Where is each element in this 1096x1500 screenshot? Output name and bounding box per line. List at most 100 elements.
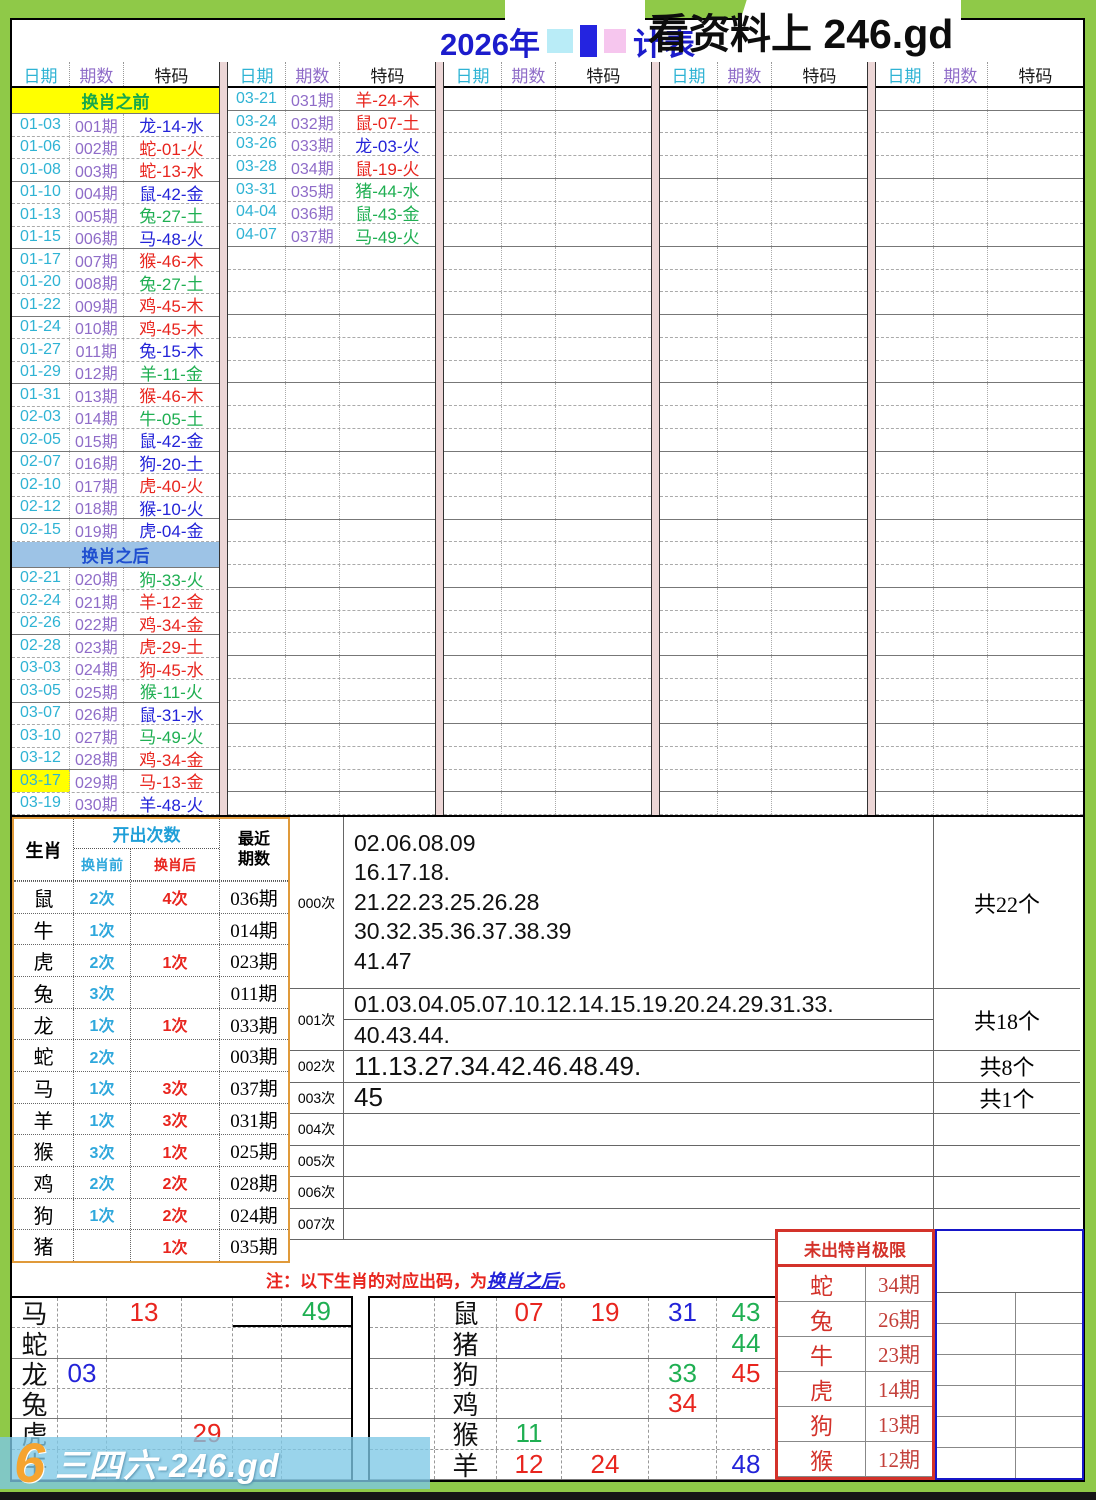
draw-row-empty	[660, 747, 867, 770]
draw-row-empty	[876, 338, 1083, 361]
draw-row	[228, 383, 435, 406]
zodiac-stats-row: 鼠 2次 4次 036期	[14, 881, 288, 913]
frequency-numbers: 11.13.27.34.42.46.48.49.	[354, 1051, 933, 1082]
table-header: 日期 期数 特码	[876, 62, 1083, 88]
empty-cell	[937, 1231, 1082, 1293]
header-period: 期数	[934, 62, 988, 86]
draw-row: 01-03 001期 龙-14-水	[12, 114, 219, 137]
header-code: 特码	[772, 62, 867, 86]
frequency-count: 共1个	[934, 1083, 1080, 1114]
zodiac-stats-row: 羊 1次 3次 031期	[14, 1103, 288, 1135]
number-cell	[649, 1328, 717, 1357]
draw-period: 003期	[70, 159, 124, 181]
number-cell	[562, 1419, 649, 1448]
draw-row-empty	[660, 270, 867, 293]
number-cell	[282, 1359, 351, 1388]
draw-period: 017期	[70, 474, 124, 496]
draw-row-empty	[444, 133, 651, 156]
draw-code	[340, 588, 435, 610]
frequency-row: 002次 11.13.27.34.42.46.48.49. 共8个	[290, 1051, 1080, 1083]
zodiac-label: 虎	[14, 945, 74, 976]
draw-row-empty	[660, 156, 867, 179]
draw-row	[228, 452, 435, 475]
draw-row-empty	[876, 202, 1083, 225]
count-after: 1次	[131, 1135, 220, 1166]
draw-code: 牛-05-土	[124, 407, 219, 429]
limit-row: 虎 14期	[778, 1372, 932, 1407]
undrawn-zodiac-limits-table: 未出特肖极限 蛇 34期 兔 26期 牛 23期 虎	[775, 1229, 935, 1480]
table-header: 日期 期数 特码	[12, 62, 219, 88]
draw-period: 030期	[70, 793, 124, 815]
draw-period: 013期	[70, 384, 124, 406]
empty-cell	[370, 1359, 435, 1388]
draw-row: 02-24 021期 羊-12-金	[12, 590, 219, 613]
draw-code: 羊-11-金	[124, 362, 219, 384]
draw-row	[228, 770, 435, 793]
draw-period	[286, 361, 340, 383]
zodiac-stats-row: 虎 2次 1次 023期	[14, 944, 288, 976]
draw-date	[228, 679, 286, 701]
draw-group-4: 日期 期数 特码	[660, 62, 867, 815]
draw-row-empty	[444, 383, 651, 406]
draw-date: 01-20	[12, 272, 70, 294]
recent-period: 024期	[220, 1199, 288, 1230]
draw-row: 02-26 022期 鸡-34-金	[12, 613, 219, 636]
draw-row: 01-29 012期 羊-11-金	[12, 362, 219, 385]
frequency-count: 共8个	[934, 1051, 1080, 1082]
top-band-notch	[505, 0, 645, 20]
header-draw-count: 开出次数	[74, 819, 219, 849]
frequency-label: 007次	[290, 1209, 344, 1240]
redacted-block-1	[547, 29, 573, 53]
empty-cell	[370, 1298, 435, 1327]
draw-row: 04-07 037期 马-49-火	[228, 224, 435, 247]
number-cell: 44	[717, 1328, 775, 1357]
number-cell	[562, 1359, 649, 1388]
draw-date	[228, 565, 286, 587]
draw-period: 015期	[70, 429, 124, 451]
draw-row	[228, 611, 435, 634]
draw-period	[286, 656, 340, 678]
draw-row-empty	[660, 792, 867, 815]
recent-period: 033期	[220, 1009, 288, 1040]
zodiac-label: 狗	[778, 1407, 866, 1441]
draw-row	[228, 701, 435, 724]
draw-period	[286, 383, 340, 405]
draw-row: 03-31 035期 猪-44-水	[228, 179, 435, 202]
zodiac-stats-table: 生肖 开出次数 换肖前 换肖后 最近期数 鼠 2次 4次 036期 牛 1次	[12, 817, 290, 1263]
draw-date: 03-24	[228, 111, 286, 133]
draw-row-empty	[876, 747, 1083, 770]
number-cell	[233, 1328, 282, 1357]
draw-code: 狗-20-土	[124, 452, 219, 474]
draw-row-empty	[444, 247, 651, 270]
draw-row: 01-31 013期 猴-46-木	[12, 384, 219, 407]
number-cell	[107, 1359, 182, 1388]
draw-code	[340, 383, 435, 405]
zodiac-label: 猪	[435, 1328, 497, 1357]
draw-date: 02-28	[12, 635, 70, 657]
draw-period: 029期	[70, 770, 124, 792]
draw-row: 03-12 028期 鸡-34-金	[12, 748, 219, 771]
zodiac-number-row: 龙 03	[12, 1359, 351, 1389]
limit-period: 23期	[866, 1337, 932, 1371]
draw-date	[228, 588, 286, 610]
number-cell	[182, 1389, 233, 1418]
zodiac-stats-row: 鸡 2次 2次 028期	[14, 1166, 288, 1198]
zodiac-stats-row: 马 1次 3次 037期	[14, 1071, 288, 1103]
count-after: 2次	[131, 1167, 220, 1198]
draw-row-empty	[444, 542, 651, 565]
draw-row-empty	[444, 611, 651, 634]
draw-row-empty	[444, 452, 651, 475]
draw-row: 02-12 018期 猴-10-火	[12, 497, 219, 520]
column-separator	[435, 62, 444, 815]
zodiac-number-row: 鸡 34	[370, 1389, 775, 1419]
draw-date	[228, 406, 286, 428]
number-cell	[562, 1389, 649, 1418]
frequency-count: 共22个	[934, 817, 1080, 988]
draw-period	[286, 633, 340, 655]
draw-code	[340, 747, 435, 769]
number-cell: 07	[497, 1298, 562, 1327]
draw-row	[228, 338, 435, 361]
draw-code: 马-48-火	[124, 227, 219, 249]
column-separator	[219, 62, 228, 815]
draw-period	[286, 679, 340, 701]
